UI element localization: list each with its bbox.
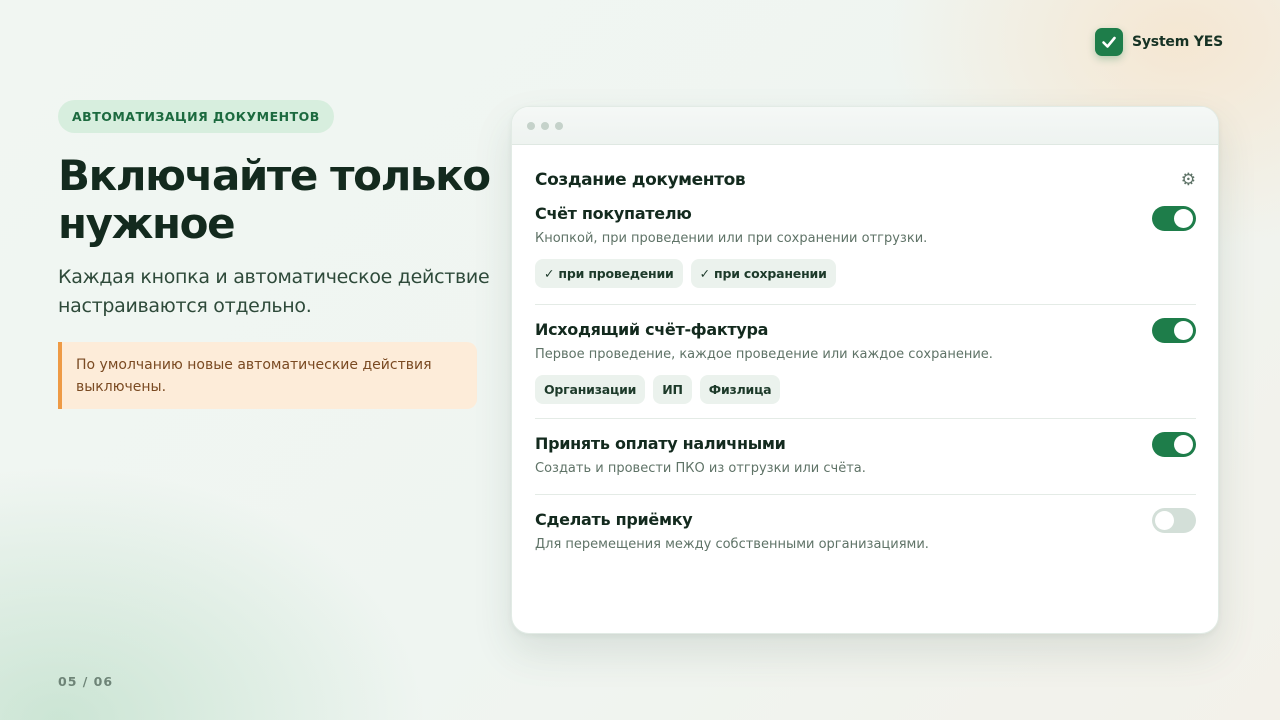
- panel-title: Создание документов: [535, 170, 746, 190]
- settings-window: Создание документов ⚙ Счёт покупателю Кн…: [511, 106, 1219, 634]
- setting-item-outgoing-invoice: Исходящий счёт-фактура Первое проведение…: [535, 305, 1196, 419]
- gear-icon[interactable]: ⚙: [1181, 171, 1196, 189]
- toggle-outgoing-invoice[interactable]: [1152, 318, 1196, 343]
- window-dot: [555, 121, 563, 130]
- chip-individual-entrepreneurs[interactable]: ИП: [653, 375, 692, 404]
- setting-description: Для перемещения между собственными орган…: [535, 537, 929, 552]
- chip-on-post[interactable]: ✓ при проведении: [535, 259, 683, 288]
- window-titlebar: [512, 107, 1218, 145]
- toggle-cash-payment[interactable]: [1152, 432, 1196, 457]
- setting-item-receipt: Сделать приёмку Для перемещения между со…: [535, 495, 1196, 565]
- documents-panel: Создание документов ⚙ Счёт покупателю Кн…: [535, 167, 1196, 565]
- brand-name: System YES: [1132, 34, 1223, 50]
- slide-title: Включайте только нужное: [58, 151, 491, 248]
- setting-description: Кнопкой, при проведении или при сохранен…: [535, 231, 928, 246]
- page-number: 05 / 06: [58, 674, 114, 689]
- window-dot: [527, 121, 535, 130]
- setting-name: Исходящий счёт-фактура: [535, 320, 769, 339]
- toggle-receipt[interactable]: [1152, 508, 1196, 533]
- chip-individuals[interactable]: Физлица: [699, 375, 781, 404]
- setting-description: Первое проведение, каждое проведение или…: [535, 347, 993, 362]
- setting-description: Создать и провести ПКО из отгрузки или с…: [535, 461, 866, 476]
- chip-group: ✓ при проведении ✓ при сохранении: [535, 259, 1196, 288]
- brand-logo: System YES: [1095, 28, 1223, 56]
- setting-name: Принять оплату наличными: [535, 434, 786, 453]
- toggle-customer-invoice[interactable]: [1152, 206, 1196, 231]
- setting-item-cash-payment: Принять оплату наличными Создать и прове…: [535, 419, 1196, 495]
- setting-item-customer-invoice: Счёт покупателю Кнопкой, при проведении …: [535, 193, 1196, 305]
- check-square-icon: [1095, 28, 1123, 56]
- chip-group: Организации ИП Физлица: [535, 375, 1196, 404]
- eyebrow-badge: АВТОМАТИЗАЦИЯ ДОКУМЕНТОВ: [58, 100, 334, 133]
- panel-header: Создание документов ⚙: [535, 167, 1196, 193]
- setting-name: Сделать приёмку: [535, 510, 693, 529]
- default-off-note: По умолчанию новые автоматические действ…: [58, 342, 477, 409]
- window-dot: [541, 121, 549, 130]
- setting-name: Счёт покупателю: [535, 204, 692, 223]
- slide-subtitle: Каждая кнопка и автоматическое действие …: [58, 266, 490, 317]
- chip-organizations[interactable]: Организации: [535, 375, 646, 404]
- chip-on-save[interactable]: ✓ при сохранении: [690, 259, 836, 288]
